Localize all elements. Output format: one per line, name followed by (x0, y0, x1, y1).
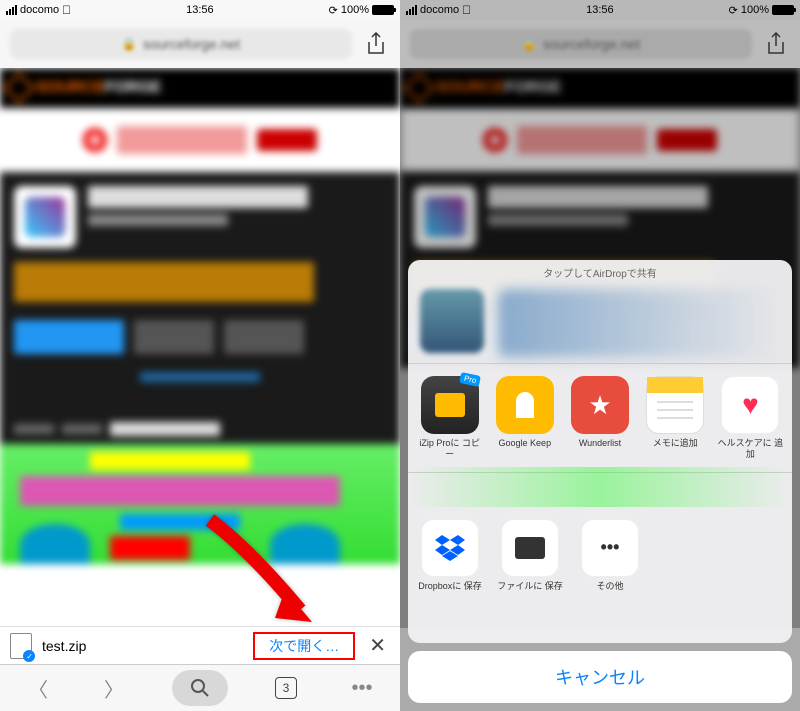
keep-icon (496, 376, 554, 434)
battery-percent: 100% (741, 4, 769, 16)
app-files[interactable]: ファイルに 保存 (496, 519, 564, 592)
airdrop-row (408, 283, 792, 363)
app-more[interactable]: ••• その他 (576, 519, 644, 592)
ad-banner (2, 110, 398, 170)
battery-icon (372, 5, 394, 15)
app-izip[interactable]: Pro iZip Proに コピー (416, 376, 483, 460)
file-icon: ✓ (10, 633, 32, 659)
airdrop-contact[interactable] (420, 289, 484, 353)
redcross-icon (83, 128, 107, 152)
back-button[interactable]: 〈 (20, 670, 56, 706)
bottom-toolbar: 〈 〉 3 ••• (0, 664, 400, 711)
status-bar: docomo 􀙇 13:56 ⟳ 100% (0, 0, 400, 20)
app-health[interactable]: ♥ ヘルスケアに 追加 (717, 376, 784, 460)
search-button[interactable] (172, 670, 228, 706)
wunderlist-icon: ★ (571, 376, 629, 434)
files-icon (501, 519, 559, 577)
status-bar: docomo 􀙇 13:56 ⟳ 100% (400, 0, 800, 20)
tabs-button[interactable]: 3 (268, 670, 304, 706)
url-domain: sourceforge.net (143, 36, 240, 52)
rotation-lock-icon: ⟳ (729, 4, 738, 17)
notes-icon (646, 376, 704, 434)
airdrop-hint: タップしてAirDropで共有 (408, 260, 792, 283)
izip-icon: Pro (421, 376, 479, 434)
lock-icon: 🔒 (522, 37, 537, 51)
share-apps-row-1: Pro iZip Proに コピー Google Keep ★ Wunderli… (408, 364, 792, 472)
cancel-button[interactable]: キャンセル (408, 651, 792, 703)
clock: 13:56 (586, 4, 614, 16)
app-notes[interactable]: メモに追加 (642, 376, 709, 460)
download-button[interactable] (14, 320, 124, 354)
sourceforge-logo-icon (3, 72, 34, 103)
url-field[interactable]: 🔒 sourceforge.net (410, 29, 752, 59)
forward-button[interactable]: 〉 (96, 670, 132, 706)
lock-icon: 🔒 (122, 37, 137, 51)
share-sheet: タップしてAirDropで共有 Pro iZip Proに コピー Google… (408, 260, 792, 711)
url-bar: 🔒 sourceforge.net (400, 20, 800, 68)
project-icon (14, 186, 76, 248)
battery-icon (772, 5, 794, 15)
close-button[interactable]: ✕ (365, 633, 390, 658)
rotation-lock-icon: ⟳ (329, 4, 338, 17)
more-button[interactable]: ••• (344, 670, 380, 706)
url-bar: 🔒 sourceforge.net (0, 20, 400, 68)
url-field[interactable]: 🔒 sourceforge.net (10, 29, 352, 59)
app-wunderlist[interactable]: ★ Wunderlist (566, 376, 633, 460)
annotation-arrow (190, 510, 340, 645)
share-button[interactable] (762, 30, 790, 58)
app-google-keep[interactable]: Google Keep (491, 376, 558, 460)
signal-icon (6, 5, 17, 15)
share-apps-row-2: Dropboxに 保存 ファイルに 保存 ••• その他 (408, 507, 792, 604)
wifi-icon: 􀙇 (462, 3, 471, 17)
wifi-icon: 􀙇 (62, 3, 71, 17)
health-icon: ♥ (721, 376, 779, 434)
phone-right: docomo 􀙇 13:56 ⟳ 100% 🔒 sourceforge.net … (400, 0, 800, 711)
site-header: SOURCEFORGE (0, 68, 400, 108)
app-dropbox[interactable]: Dropboxに 保存 (416, 519, 484, 592)
dropbox-icon (421, 519, 479, 577)
phone-left: docomo 􀙇 13:56 ⟳ 100% 🔒 sourceforge.net (0, 0, 400, 711)
battery-percent: 100% (341, 4, 369, 16)
more-icon: ••• (581, 519, 639, 577)
download-filename: test.zip (42, 638, 86, 654)
carrier-label: docomo (420, 4, 459, 16)
url-domain: sourceforge.net (543, 36, 640, 52)
signal-icon (406, 5, 417, 15)
carrier-label: docomo (20, 4, 59, 16)
share-button[interactable] (362, 30, 390, 58)
clock: 13:56 (186, 4, 214, 16)
